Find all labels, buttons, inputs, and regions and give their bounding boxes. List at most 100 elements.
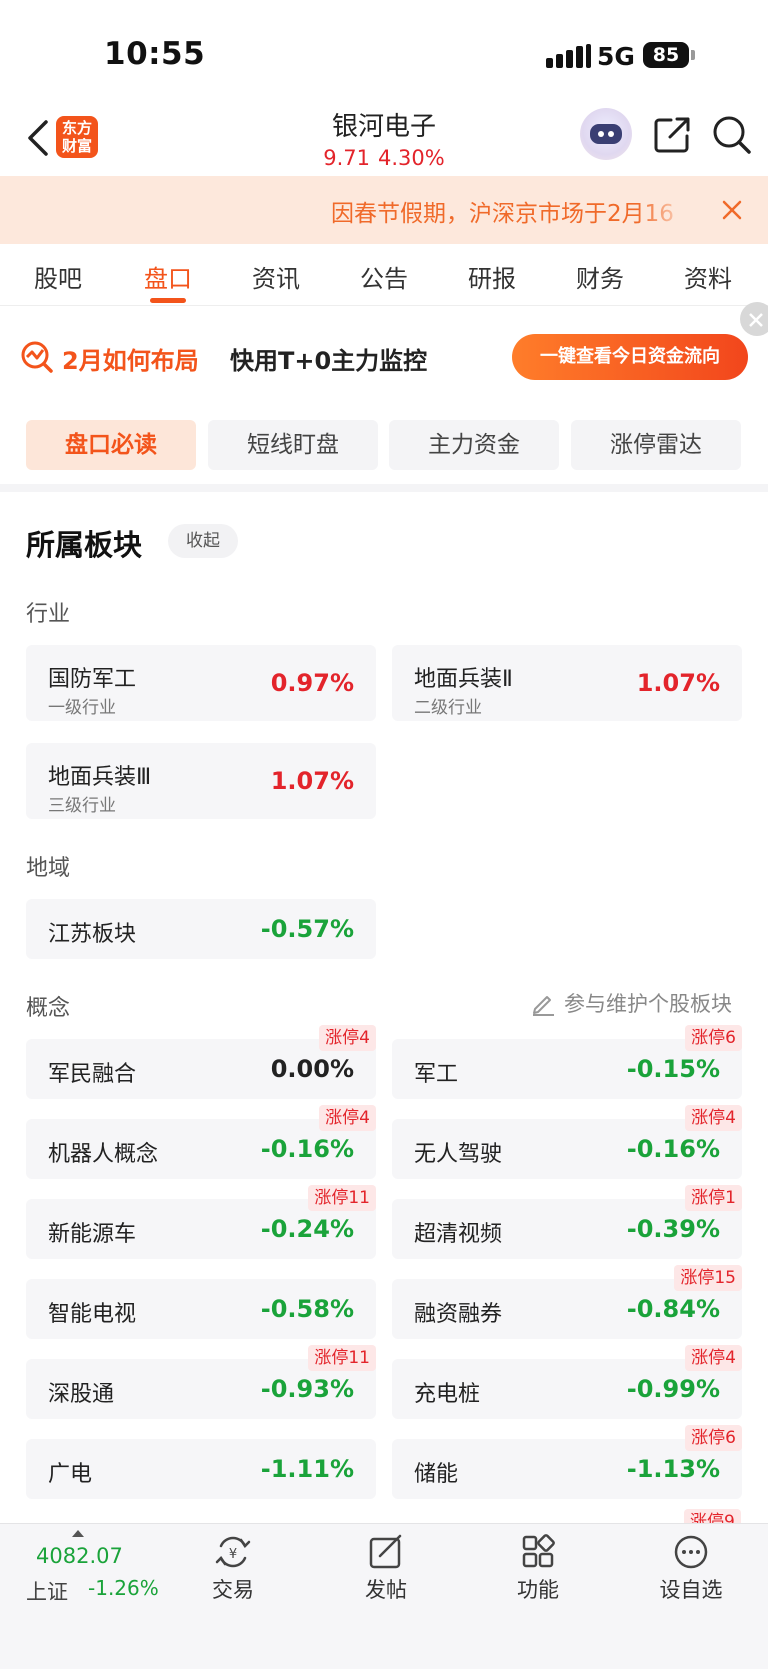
tab-profile[interactable]: 资料 [668,259,748,294]
industry-label: 行业 [26,602,71,627]
ai-assistant-button[interactable] [580,108,632,160]
nav-functions-label: 功能 [517,1578,559,1602]
industry-card[interactable]: 地面兵装Ⅱ 二级行业 1.07% [392,645,742,721]
battery-tip [691,50,695,60]
industry-card[interactable]: 国防军工 一级行业 0.97% [26,645,376,721]
battery-icon: 85 [643,42,689,68]
industry-card[interactable]: 地面兵装Ⅲ 三级行业 1.07% [26,743,376,819]
concept-pct: -1.11% [260,1455,354,1483]
nav-add-watchlist[interactable]: 设自选 [641,1534,741,1604]
concept-name: 无人驾驶 [414,1142,503,1167]
promo-close-button[interactable] [740,302,768,336]
concept-name: 超清视频 [414,1222,503,1247]
concept-card[interactable]: 涨停4 充电桩 -0.99% [392,1345,742,1419]
holiday-notice[interactable]: 因春节假期，沪深京市场于2月16 [0,176,768,244]
robot-icon [590,124,622,144]
limit-up-tag: 涨停4 [319,1025,376,1051]
concept-pct: -0.15% [626,1055,720,1083]
stock-price: 9.71 [323,146,371,170]
stock-header: 东方 财富 银河电子 9.71 4.30% [0,106,768,176]
search-button[interactable] [711,114,753,156]
status-bar: 10:55 5G 85 [0,0,768,106]
subtab-main-capital[interactable]: 主力资金 [389,420,559,470]
stock-change-pct: 4.30% [378,146,445,170]
grid-icon [522,1534,555,1568]
status-time: 10:55 [104,36,206,72]
maintain-sectors-link[interactable]: 参与维护个股板块 [530,988,732,1018]
nav-trade-label: 交易 [212,1578,254,1602]
concept-pct: -0.99% [626,1375,720,1403]
limit-up-tag: 涨停9 [684,1509,741,1523]
sector-name: 地面兵装Ⅱ [414,667,513,692]
concept-name: 融资融券 [414,1302,503,1327]
concept-card[interactable]: 广电 -1.11% [26,1439,376,1499]
sector-name: 国防军工 [48,667,137,692]
concept-card[interactable]: 涨停11 深股通 -0.93% [26,1345,376,1419]
close-icon[interactable] [718,196,746,224]
concept-pct: -0.58% [260,1295,354,1323]
limit-up-tag: 涨停4 [319,1105,376,1131]
tab-guba[interactable]: 股吧 [18,259,98,294]
concept-pct: -0.93% [260,1375,354,1403]
concept-pct: -0.24% [260,1215,354,1243]
concept-card[interactable]: 涨停15 融资融券 -0.84% [392,1265,742,1339]
back-button[interactable] [18,114,58,162]
region-label: 地域 [26,856,71,881]
concept-pct: 0.00% [270,1055,354,1083]
sector-pct: 1.07% [270,767,354,795]
more-circle-icon [674,1535,708,1569]
subtab-limit-radar[interactable]: 涨停雷达 [571,420,741,470]
promo-banner[interactable]: 2月如何布局 快用T+0主力监控 一键查看今日资金流向 [0,306,768,402]
tab-research[interactable]: 研报 [452,259,532,294]
concept-pct: -0.84% [626,1295,720,1323]
nav-trade[interactable]: ¥ 交易 [183,1534,283,1604]
tab-announcements[interactable]: 公告 [344,259,424,294]
concept-card[interactable]: 涨停6 军工 -0.15% [392,1025,742,1099]
tab-pankou[interactable]: 盘口 [128,259,208,294]
svg-text:¥: ¥ [229,1547,237,1562]
concept-card[interactable]: 涨停1 超清视频 -0.39% [392,1185,742,1259]
concept-card[interactable]: 智能电视 -0.58% [26,1279,376,1339]
concept-name: 智能电视 [48,1302,137,1327]
chart-monitor-icon [21,341,53,373]
concept-card[interactable]: 涨停4 无人驾驶 -0.16% [392,1105,742,1179]
app-logo[interactable]: 东方 财富 [56,116,98,158]
subtab-short-term[interactable]: 短线盯盘 [208,420,378,470]
stock-tabs: 股吧 盘口 资讯 公告 研报 财务 资料 [0,244,768,306]
nav-functions[interactable]: 功能 [488,1534,588,1604]
limit-up-tag: 涨停15 [674,1265,742,1291]
tab-indicator [150,298,186,303]
tab-news[interactable]: 资讯 [236,259,316,294]
nav-post[interactable]: 发帖 [336,1534,436,1604]
concept-card[interactable]: 涨停4 军民融合 0.00% [26,1025,376,1099]
section-title: 所属板块 [26,528,143,562]
sector-pct: 1.07% [636,669,720,697]
concept-card[interactable]: 涨停4 机器人概念 -0.16% [26,1105,376,1179]
nav-watchlist-label: 设自选 [659,1578,723,1602]
collapse-button[interactable]: 收起 [168,524,238,558]
limit-up-tag: 涨停4 [685,1345,742,1371]
concept-name: 军民融合 [48,1062,137,1087]
limit-up-tag: 涨停1 [685,1185,742,1211]
share-button[interactable] [651,114,693,156]
close-icon [749,313,763,327]
stock-name: 银河电子 [331,112,436,142]
network-type: 5G [597,42,635,71]
subtab-must-read[interactable]: 盘口必读 [26,420,196,470]
concept-card[interactable]: 涨停6 储能 -1.13% [392,1425,742,1499]
tab-finance[interactable]: 财务 [560,259,640,294]
search-icon [713,116,751,154]
limit-up-tag: 涨停4 [685,1105,742,1131]
sector-name: 地面兵装Ⅲ [48,765,152,790]
bottom-toolbar: 4082.07 上证 -1.26% ¥ 交易 发帖 功能 设自选 [0,1523,768,1669]
region-card[interactable]: 江苏板块 -0.57% [26,899,376,959]
edit-icon [533,996,554,1016]
concept-name: 深股通 [48,1382,115,1407]
sector-name: 江苏板块 [48,922,137,947]
trade-icon: ¥ [215,1536,251,1568]
concept-card[interactable]: 涨停11 新能源车 -0.24% [26,1185,376,1259]
nav-post-label: 发帖 [365,1578,407,1602]
capital-flow-button[interactable]: 一键查看今日资金流向 [512,334,748,380]
caret-up-icon [72,1530,84,1537]
sector-level: 二级行业 [414,698,482,718]
